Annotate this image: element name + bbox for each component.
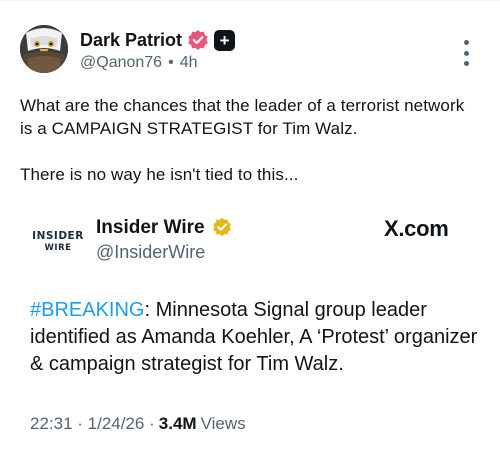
views-label: Views [200,414,246,433]
author-name-row: Dark Patriot + [80,29,236,51]
author-meta-row: @Qanon76 • 4h [80,54,197,72]
top-divider [0,0,500,1]
embed-display-name[interactable]: Insider Wire [96,217,205,239]
verified-badge-icon [187,29,209,51]
verified-badge-icon [212,217,234,239]
post-timestamp[interactable]: 22:31 · 1/24/26 · [30,414,155,434]
embed-text: #BREAKING: Minnesota Signal group leader… [30,297,480,378]
post-paragraph: There is no way he isn't tied to this... [20,165,299,184]
views-count: 3.4M [158,414,197,433]
avatar[interactable] [20,25,68,73]
plus-badge-icon: + [214,29,236,51]
author-handle[interactable]: @Qanon76 [80,54,162,72]
logo-line-1: INSIDER [32,230,84,242]
hashtag-link[interactable]: #BREAKING [30,299,144,321]
embed-handle[interactable]: @InsiderWire [96,242,205,263]
post-text: What are the chances that the leader of … [20,94,480,186]
post-paragraph: What are the chances that the leader of … [20,96,465,138]
more-options-icon[interactable] [460,40,472,66]
embed-name-row: Insider Wire [96,217,234,239]
meta-separator: • [168,54,174,71]
post-time[interactable]: 4h [180,54,198,72]
post-footer: 22:31 · 1/24/26 · 3.4M Views [30,414,246,434]
insider-wire-logo: INSIDER WIRE [30,230,86,260]
author-display-name[interactable]: Dark Patriot [80,30,182,51]
eagle-avatar-image [20,25,68,73]
logo-line-2: WIRE [44,243,72,253]
source-label: X.com [384,216,449,241]
